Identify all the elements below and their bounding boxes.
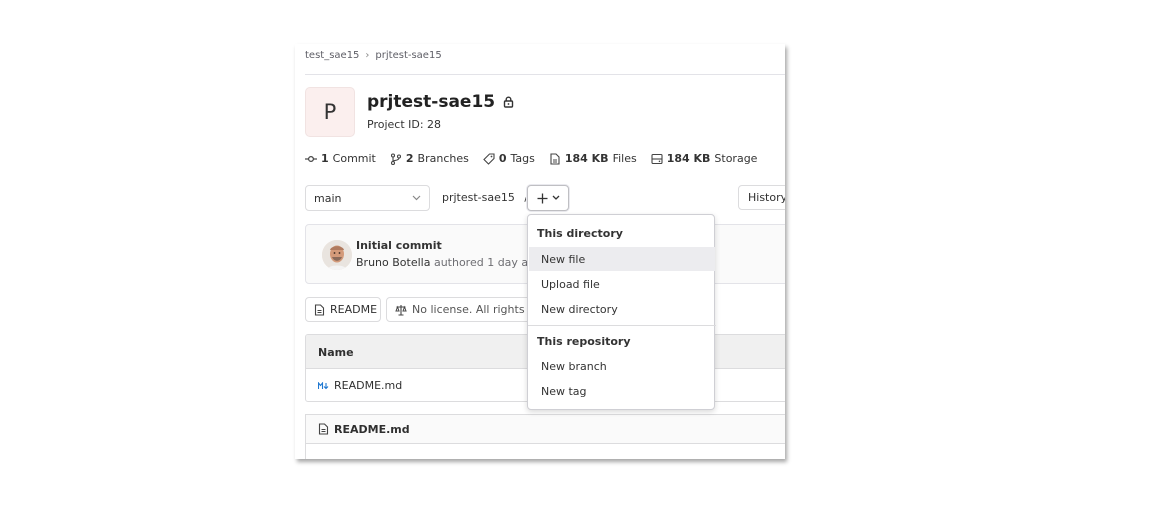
dropdown-divider [528, 325, 716, 326]
dropdown-section-this-directory: This directory [537, 227, 623, 240]
plus-icon [537, 193, 548, 204]
add-to-tree-dropdown: This directory New file Upload file New … [527, 214, 716, 410]
project-id: Project ID: 28 [367, 118, 442, 131]
breadcrumb: test_sae15 › prjtest-sae15 [305, 50, 442, 61]
menu-item-new-directory[interactable]: New directory [529, 297, 715, 321]
project-name: prjtest-sae15 [367, 92, 496, 112]
readme-viewer-header: README.md [305, 414, 785, 444]
author-avatar[interactable] [322, 240, 352, 270]
readme-viewer-body [305, 443, 785, 459]
stat-files[interactable]: 184 KB Files [549, 152, 637, 165]
chevron-down-icon [552, 195, 560, 201]
branch-icon [390, 152, 402, 165]
storage-icon [651, 153, 663, 165]
menu-item-new-tag[interactable]: New tag [529, 379, 715, 403]
menu-item-new-file[interactable]: New file [529, 247, 715, 271]
project-title: prjtest-sae15 [367, 92, 514, 112]
branch-select[interactable]: main [305, 185, 430, 211]
license-button-label: No license. All rights reserved [412, 303, 545, 316]
file-text-icon [318, 423, 329, 435]
readme-button-label: README [330, 303, 378, 316]
divider [305, 74, 785, 75]
stat-branches[interactable]: 2 Branches [390, 152, 469, 165]
file-text-icon [314, 303, 325, 316]
stat-commits[interactable]: 1 Commit [305, 152, 376, 165]
readme-viewer-title[interactable]: README.md [334, 423, 410, 436]
menu-item-new-branch[interactable]: New branch [529, 354, 715, 378]
stat-storage[interactable]: 184 KB Storage [651, 152, 757, 165]
history-button[interactable]: History [738, 185, 785, 210]
markdown-icon [318, 381, 329, 390]
tag-icon [483, 152, 495, 165]
scale-icon [395, 304, 407, 316]
menu-item-upload-file[interactable]: Upload file [529, 272, 715, 296]
lock-icon [503, 96, 514, 108]
project-avatar: P [305, 87, 355, 137]
chevron-right-icon: › [365, 50, 370, 61]
add-to-tree-button[interactable] [527, 185, 569, 211]
license-button[interactable]: No license. All rights reserved [386, 297, 546, 322]
commit-meta: Bruno Botella authored 1 day ago [356, 256, 542, 269]
dropdown-section-this-repository: This repository [537, 335, 631, 348]
file-icon [549, 152, 561, 165]
commit-author[interactable]: Bruno Botella [356, 256, 430, 269]
breadcrumb-group[interactable]: test_sae15 [305, 50, 359, 61]
chevron-down-icon [412, 195, 421, 201]
commit-title[interactable]: Initial commit [356, 239, 442, 252]
breadcrumb-project[interactable]: prjtest-sae15 [375, 50, 441, 61]
repo-path: prjtest-sae15 / [442, 191, 528, 204]
file-name[interactable]: README.md [334, 379, 402, 392]
readme-button[interactable]: README [305, 297, 381, 322]
project-stats: 1 Commit 2 Branches 0 Tags 184 KB Files 184 … [305, 152, 757, 165]
branch-select-value: main [314, 191, 342, 205]
commit-time: authored 1 day ago [433, 256, 542, 269]
stat-tags[interactable]: 0 Tags [483, 152, 535, 165]
repo-path-root[interactable]: prjtest-sae15 [442, 191, 515, 204]
project-page: test_sae15 › prjtest-sae15 P prjtest-sae… [295, 44, 785, 459]
commit-icon [305, 153, 317, 165]
